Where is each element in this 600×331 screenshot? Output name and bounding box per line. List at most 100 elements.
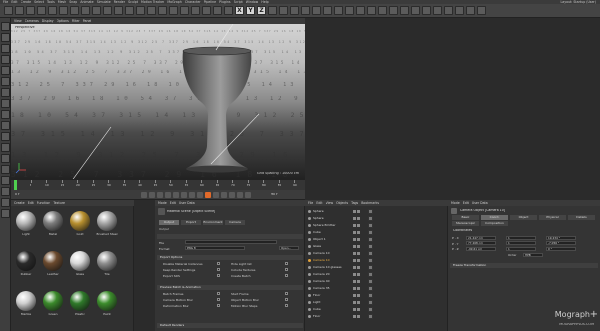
camera-tab-coord[interactable]: Coord. xyxy=(481,215,508,220)
toolbar-tool-icon[interactable] xyxy=(444,6,453,15)
playback-button-icon[interactable] xyxy=(141,192,147,198)
editor-visibility-dot[interactable] xyxy=(353,301,356,304)
mode-tool-icon[interactable] xyxy=(1,99,10,108)
object-row[interactable]: Camera 10 glasses xyxy=(308,265,446,270)
editor-visibility-dot[interactable] xyxy=(353,308,356,311)
editor-visibility-dot[interactable] xyxy=(353,252,356,255)
editor-visibility-dot[interactable] xyxy=(353,210,356,213)
mode-tool-icon[interactable] xyxy=(1,132,10,141)
material-menu-function[interactable]: Function xyxy=(37,200,51,206)
camera-menu-edit[interactable]: Edit xyxy=(463,200,469,206)
render-visibility-dot[interactable] xyxy=(357,273,360,276)
format-field[interactable]: PNG 8 xyxy=(185,246,245,250)
object-menu-tags[interactable]: Tags xyxy=(351,200,358,206)
toolbar-tool-icon[interactable] xyxy=(433,6,442,15)
toolbar-tool-icon[interactable] xyxy=(455,6,464,15)
object-row[interactable]: Light xyxy=(308,300,446,305)
editor-visibility-dot[interactable] xyxy=(353,245,356,248)
object-row[interactable]: Sphere xyxy=(308,216,446,221)
toolbar-tool-icon[interactable] xyxy=(345,6,354,15)
editor-visibility-dot[interactable] xyxy=(353,287,356,290)
camera-tab-stereoscopic[interactable]: Stereoscopic xyxy=(452,221,479,226)
playback-button-icon[interactable] xyxy=(237,192,243,198)
render-visibility-dot[interactable] xyxy=(357,315,360,318)
render-visibility-dot[interactable] xyxy=(357,266,360,269)
material-menu-edit[interactable]: Edit xyxy=(28,200,34,206)
object-row[interactable]: Camera 10 xyxy=(308,258,446,263)
object-tag-icon[interactable] xyxy=(368,272,373,277)
object-tag-icon[interactable] xyxy=(368,258,373,263)
playback-button-icon[interactable] xyxy=(197,192,203,198)
mode-tool-icon[interactable] xyxy=(1,110,10,119)
camera-menu-user-data[interactable]: User Data xyxy=(472,200,488,206)
toolbar-tool-icon[interactable] xyxy=(411,6,420,15)
render-visibility-dot[interactable] xyxy=(357,287,360,290)
option-checkbox[interactable] xyxy=(285,268,288,271)
object-menu-bookmarks[interactable]: Bookmarks xyxy=(361,200,379,206)
mode-tool-icon[interactable] xyxy=(1,121,10,130)
tab-environment[interactable]: Environment xyxy=(203,220,223,225)
toolbar-tool-icon[interactable] xyxy=(323,6,332,15)
material-swatch[interactable]: Rubber xyxy=(15,250,37,280)
visibility-flags[interactable] xyxy=(353,217,363,220)
playback-button-icon[interactable] xyxy=(157,192,163,198)
position-field[interactable]: 77.268 cm xyxy=(466,241,496,245)
axis-z-toggle[interactable]: Z xyxy=(257,6,266,15)
object-tag-icon[interactable] xyxy=(368,279,373,284)
option-checkbox[interactable] xyxy=(217,268,220,271)
toolbar-tool-icon[interactable] xyxy=(356,6,365,15)
section-export-options[interactable]: Export Options xyxy=(157,255,303,260)
render-visibility-dot[interactable] xyxy=(357,259,360,262)
playback-button-icon[interactable] xyxy=(181,192,187,198)
visibility-flags[interactable] xyxy=(353,252,363,255)
object-tag-icon[interactable] xyxy=(368,237,373,242)
toolbar-tool-icon[interactable] xyxy=(378,6,387,15)
freeze-transformation-section[interactable]: Freeze Transformation xyxy=(450,263,598,268)
toolbar-tool-icon[interactable] xyxy=(268,6,277,15)
option-checkbox[interactable] xyxy=(217,298,220,301)
mode-tool-icon[interactable] xyxy=(1,88,10,97)
timeline-ruler[interactable]: 051015202530354045505560657075808590 xyxy=(11,179,305,190)
toolbar-tool-icon[interactable] xyxy=(81,6,90,15)
option-checkbox[interactable] xyxy=(217,274,220,277)
scale-field[interactable]: 1 xyxy=(506,241,536,245)
editor-visibility-dot[interactable] xyxy=(353,266,356,269)
visibility-flags[interactable] xyxy=(353,287,363,290)
object-menu-objects[interactable]: Objects xyxy=(336,200,348,206)
option-checkbox[interactable] xyxy=(285,304,288,307)
current-frame[interactable]: 0 F xyxy=(15,193,20,196)
toolbar-tool-icon[interactable] xyxy=(26,6,35,15)
axis-x-toggle[interactable]: X xyxy=(235,6,244,15)
object-tag-icon[interactable] xyxy=(368,216,373,221)
visibility-flags[interactable] xyxy=(353,301,363,304)
object-tag-icon[interactable] xyxy=(368,293,373,298)
visibility-flags[interactable] xyxy=(353,245,363,248)
toolbar-tool-icon[interactable] xyxy=(224,6,233,15)
toolbar-tool-icon[interactable] xyxy=(191,6,200,15)
object-tag-icon[interactable] xyxy=(368,244,373,249)
option-checkbox[interactable] xyxy=(285,274,288,277)
editor-visibility-dot[interactable] xyxy=(353,273,356,276)
object-row[interactable]: Cube xyxy=(308,307,446,312)
toolbar-tool-icon[interactable] xyxy=(114,6,123,15)
material-swatch[interactable]: Tile xyxy=(96,250,118,280)
toolbar-tool-icon[interactable] xyxy=(422,6,431,15)
visibility-flags[interactable] xyxy=(353,259,363,262)
option-checkbox[interactable] xyxy=(285,292,288,295)
render-visibility-dot[interactable] xyxy=(357,210,360,213)
object-row[interactable]: Camera 10 xyxy=(308,251,446,256)
mode-tool-icon[interactable] xyxy=(1,22,10,31)
end-frame[interactable]: 90 F xyxy=(271,193,278,196)
render-visibility-dot[interactable] xyxy=(357,238,360,241)
toolbar-tool-icon[interactable] xyxy=(466,6,475,15)
editor-visibility-dot[interactable] xyxy=(353,217,356,220)
object-tag-icon[interactable] xyxy=(368,300,373,305)
camera-tab-object[interactable]: Object xyxy=(510,215,537,220)
toolbar-tool-icon[interactable] xyxy=(290,6,299,15)
playback-button-icon[interactable] xyxy=(149,192,155,198)
camera-tab-basic[interactable]: Basic xyxy=(452,215,479,220)
scale-field[interactable]: 1 xyxy=(506,246,536,251)
toolbar-tool-icon[interactable] xyxy=(92,6,101,15)
attributes-menu-user-data[interactable]: User Data xyxy=(179,200,195,206)
object-row[interactable]: Floor xyxy=(308,314,446,319)
